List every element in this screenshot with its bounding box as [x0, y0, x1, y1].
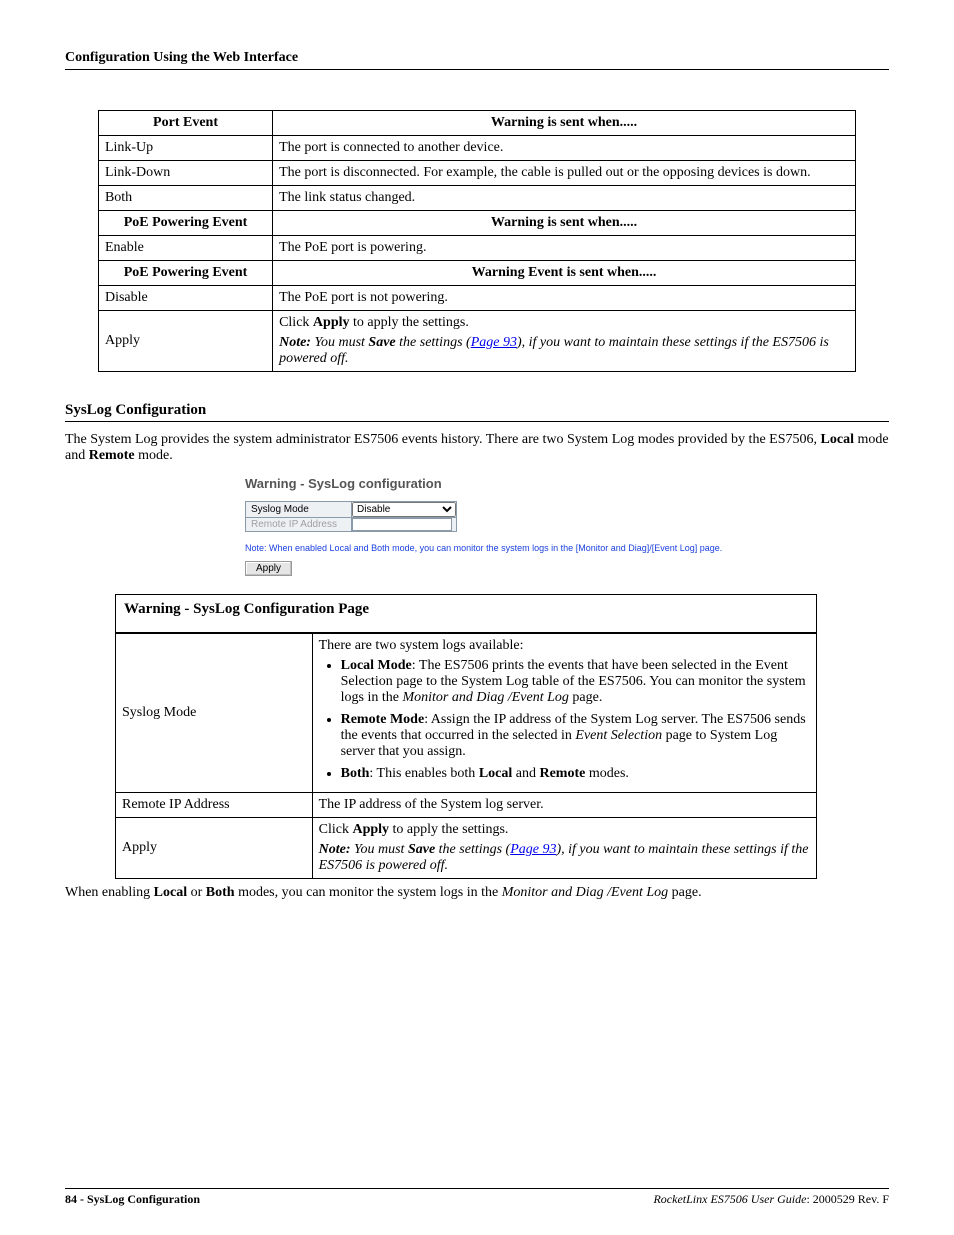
table-row: Enable The PoE port is powering. [98, 236, 855, 261]
th-warning: Warning is sent when..... [273, 111, 856, 136]
table-row: Remote IP Address The IP address of the … [116, 793, 816, 818]
ui-title: Warning - SysLog configuration [245, 476, 889, 491]
table-row: Both The link status changed. [98, 186, 855, 211]
page-footer: 84 - SysLog Configuration RocketLinx ES7… [65, 1188, 889, 1207]
table-row: Link-Down The port is disconnected. For … [98, 161, 855, 186]
syslog-config-table-title: Warning - SysLog Configuration Page [116, 595, 816, 633]
table-row: Apply Click Apply to apply the settings.… [116, 818, 816, 879]
th-poe-2: PoE Powering Event [98, 261, 272, 286]
remote-ip-label: Remote IP Address [246, 518, 352, 532]
section-title-syslog: SysLog Configuration [65, 402, 889, 422]
table-row: Link-Up The port is connected to another… [98, 136, 855, 161]
apply-button[interactable]: Apply [245, 561, 292, 576]
th-port-event: Port Event [98, 111, 272, 136]
th-poe-1: PoE Powering Event [98, 211, 272, 236]
syslog-ui-screenshot: Warning - SysLog configuration Syslog Mo… [245, 476, 889, 576]
syslog-mode-label: Syslog Mode [246, 502, 352, 518]
page-93-link-2[interactable]: Page 93 [510, 842, 556, 857]
syslog-config-table: Warning - SysLog Configuration Page Sysl… [115, 594, 817, 879]
ui-note: Note: When enabled Local and Both mode, … [245, 543, 889, 553]
th-poe-warn-2: Warning Event is sent when..... [273, 261, 856, 286]
table-row: Apply Click Apply to apply the settings.… [98, 311, 855, 372]
table-row: Disable The PoE port is not powering. [98, 286, 855, 311]
page-header: Configuration Using the Web Interface [65, 50, 889, 70]
syslog-mode-select[interactable]: Disable [352, 502, 456, 517]
page-93-link[interactable]: Page 93 [471, 335, 517, 350]
closing-paragraph: When enabling Local or Both modes, you c… [65, 885, 889, 901]
port-event-table: Port Event Warning is sent when..... Lin… [98, 110, 856, 372]
remote-ip-input[interactable] [352, 518, 452, 531]
intro-paragraph: The System Log provides the system admin… [65, 432, 889, 464]
table-row: Syslog Mode There are two system logs av… [116, 634, 816, 793]
th-poe-warn-1: Warning is sent when..... [273, 211, 856, 236]
